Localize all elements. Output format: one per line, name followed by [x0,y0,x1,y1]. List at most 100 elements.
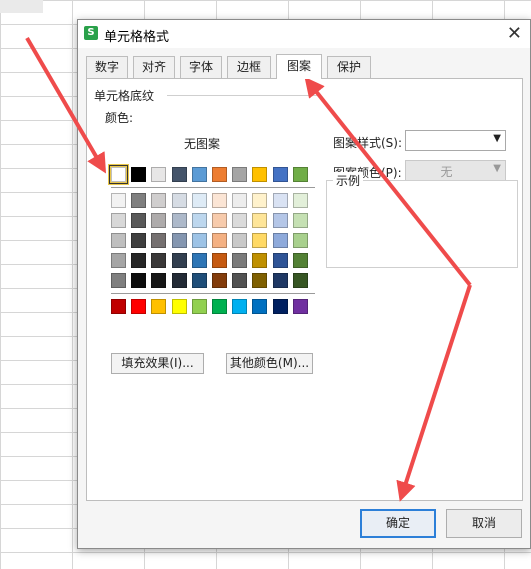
color-swatch[interactable] [111,233,126,248]
selected-cell [0,0,43,13]
color-swatch[interactable] [131,273,146,288]
color-swatch[interactable] [131,213,146,228]
color-swatch[interactable] [151,299,166,314]
color-swatch[interactable] [192,167,207,182]
color-swatch[interactable] [232,273,247,288]
tab-protection[interactable]: 保护 [327,56,371,78]
color-swatch[interactable] [212,167,227,182]
color-swatch[interactable] [212,213,227,228]
color-swatch[interactable] [252,213,267,228]
pattern-color-select[interactable]: 无 ▼ [405,160,506,181]
color-swatch[interactable] [172,273,187,288]
ok-button[interactable]: 确定 [360,509,436,538]
color-swatch[interactable] [192,213,207,228]
chevron-down-icon: ▼ [493,163,501,174]
color-swatch[interactable] [273,299,288,314]
theme-color-row [109,165,315,184]
sample-preview [326,180,518,268]
tab-alignment[interactable]: 对齐 [133,56,175,78]
color-swatch[interactable] [252,299,267,314]
tint-color-row [111,213,315,228]
color-swatch[interactable] [273,233,288,248]
palette-divider [111,293,315,294]
format-cells-dialog: S 单元格格式 ✕ 数字 对齐 字体 边框 图案 保护 单元格底纹 颜色: 无图… [77,19,531,549]
dialog-title: 单元格格式 [104,30,170,45]
color-swatch[interactable] [212,273,227,288]
color-swatch[interactable] [212,193,227,208]
color-swatch[interactable] [192,273,207,288]
color-swatch[interactable] [192,253,207,268]
tint-color-row [111,253,315,268]
color-swatch[interactable] [273,253,288,268]
color-swatch[interactable] [293,193,308,208]
color-swatch[interactable] [111,253,126,268]
color-swatch[interactable] [293,299,308,314]
color-swatch[interactable] [192,299,207,314]
color-swatch[interactable] [252,233,267,248]
color-label: 颜色: [105,111,134,125]
color-swatch[interactable] [172,213,187,228]
color-swatch[interactable] [111,213,126,228]
tab-number[interactable]: 数字 [86,56,128,78]
color-swatch[interactable] [151,213,166,228]
color-swatch[interactable] [109,165,128,184]
more-colors-button[interactable]: 其他颜色(M)... [226,353,313,374]
color-swatch[interactable] [172,167,187,182]
color-swatch[interactable] [111,299,126,314]
color-swatch[interactable] [252,273,267,288]
color-swatch[interactable] [232,167,247,182]
cancel-button[interactable]: 取消 [446,509,522,538]
color-swatch[interactable] [252,193,267,208]
color-swatch[interactable] [172,193,187,208]
color-swatch[interactable] [232,193,247,208]
color-swatch[interactable] [212,299,227,314]
color-swatch[interactable] [293,253,308,268]
color-swatch[interactable] [252,253,267,268]
palette-divider [111,187,315,188]
color-swatch[interactable] [273,273,288,288]
chevron-down-icon: ▼ [493,133,501,144]
color-swatch[interactable] [293,233,308,248]
color-swatch[interactable] [131,299,146,314]
color-swatch[interactable] [111,193,126,208]
color-swatch[interactable] [212,253,227,268]
tab-pattern[interactable]: 图案 [276,54,322,79]
close-icon[interactable]: ✕ [507,23,522,44]
color-swatch[interactable] [172,233,187,248]
color-swatch[interactable] [273,167,288,182]
color-swatch[interactable] [293,273,308,288]
color-swatch[interactable] [273,213,288,228]
color-swatch[interactable] [212,233,227,248]
color-swatch[interactable] [293,167,308,182]
color-swatch[interactable] [151,233,166,248]
color-swatch[interactable] [131,167,146,182]
color-swatch[interactable] [151,193,166,208]
color-swatch[interactable] [131,233,146,248]
color-swatch[interactable] [172,253,187,268]
tab-border[interactable]: 边框 [227,56,271,78]
tint-color-row [111,233,315,248]
color-swatch[interactable] [151,253,166,268]
color-swatch[interactable] [252,167,267,182]
color-swatch[interactable] [131,193,146,208]
color-swatch[interactable] [232,213,247,228]
pattern-color-value: 无 [440,165,453,179]
color-swatch[interactable] [232,253,247,268]
color-swatch[interactable] [151,167,166,182]
group-divider [167,95,317,96]
no-pattern-option[interactable]: 无图案 [87,135,317,152]
color-swatch[interactable] [111,273,126,288]
standard-color-row [111,299,315,314]
color-swatch[interactable] [151,273,166,288]
tab-font[interactable]: 字体 [180,56,222,78]
color-swatch[interactable] [293,213,308,228]
color-swatch[interactable] [273,193,288,208]
color-swatch[interactable] [172,299,187,314]
color-swatch[interactable] [232,233,247,248]
color-swatch[interactable] [232,299,247,314]
color-swatch[interactable] [192,233,207,248]
color-swatch[interactable] [131,253,146,268]
pattern-style-select[interactable]: ▼ [405,130,506,151]
fill-effects-button[interactable]: 填充效果(I)... [111,353,204,374]
color-swatch[interactable] [192,193,207,208]
